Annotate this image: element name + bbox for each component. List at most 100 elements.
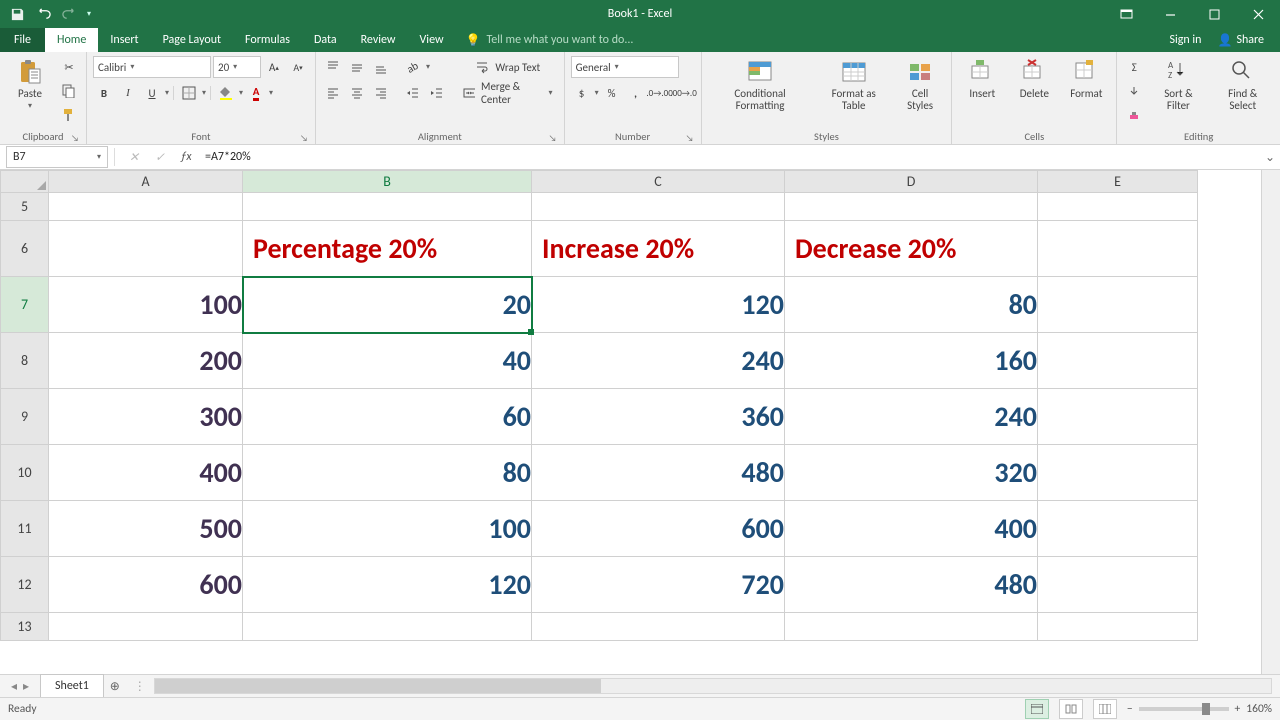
page-break-view-icon[interactable] <box>1093 699 1117 719</box>
cell-E13[interactable] <box>1038 613 1198 641</box>
decrease-indent-icon[interactable] <box>402 82 424 104</box>
cell-D13[interactable] <box>785 613 1038 641</box>
number-format-combo[interactable]: General▾ <box>571 56 679 78</box>
cell-B12[interactable]: 120 <box>243 557 532 613</box>
page-layout-view-icon[interactable] <box>1059 699 1083 719</box>
tab-insert[interactable]: Insert <box>98 28 150 52</box>
cell-A9[interactable]: 300 <box>49 389 243 445</box>
cell-E11[interactable] <box>1038 501 1198 557</box>
undo-icon[interactable] <box>32 3 54 25</box>
row-header-9[interactable]: 9 <box>1 389 49 445</box>
cell-C5[interactable] <box>532 193 785 221</box>
align-middle-icon[interactable] <box>346 56 368 78</box>
borders-icon[interactable] <box>178 82 200 104</box>
new-sheet-button[interactable]: ⊕ <box>104 679 126 694</box>
sheet-tab-1[interactable]: Sheet1 <box>40 674 104 697</box>
tab-home[interactable]: Home <box>45 28 98 52</box>
shrink-font-icon[interactable]: A▾ <box>287 56 309 78</box>
dialog-launcher-icon[interactable]: ↘ <box>548 133 558 143</box>
conditional-formatting-button[interactable]: Conditional Formatting <box>708 56 813 114</box>
close-button[interactable] <box>1236 0 1280 28</box>
enter-formula-icon[interactable]: ✓ <box>147 150 173 165</box>
cell-D5[interactable] <box>785 193 1038 221</box>
cell-D8[interactable]: 160 <box>785 333 1038 389</box>
share-button[interactable]: 👤 Share <box>1209 33 1272 48</box>
prev-sheet-icon[interactable]: ◂ <box>11 679 17 694</box>
dialog-launcher-icon[interactable]: ↘ <box>299 133 309 143</box>
cell-C10[interactable]: 480 <box>532 445 785 501</box>
tab-file[interactable]: File <box>0 28 45 52</box>
autosum-icon[interactable]: Σ <box>1123 56 1145 78</box>
save-icon[interactable] <box>6 3 28 25</box>
select-all-corner[interactable] <box>1 171 49 193</box>
cell-A8[interactable]: 200 <box>49 333 243 389</box>
maximize-button[interactable] <box>1192 0 1236 28</box>
sheet-nav[interactable]: ◂▸ <box>0 679 40 694</box>
percent-format-icon[interactable]: % <box>601 82 623 104</box>
fx-icon[interactable]: ƒx <box>173 150 199 164</box>
cell-A11[interactable]: 500 <box>49 501 243 557</box>
minimize-button[interactable] <box>1148 0 1192 28</box>
tab-page-layout[interactable]: Page Layout <box>151 28 233 52</box>
cell-B5[interactable] <box>243 193 532 221</box>
cell-D7[interactable]: 80 <box>785 277 1038 333</box>
row-header-7[interactable]: 7 <box>1 277 49 333</box>
cell-B11[interactable]: 100 <box>243 501 532 557</box>
cell-E7[interactable] <box>1038 277 1198 333</box>
cell-A10[interactable]: 400 <box>49 445 243 501</box>
zoom-out-icon[interactable]: − <box>1127 702 1133 716</box>
align-center-icon[interactable] <box>346 82 368 104</box>
insert-cells-button[interactable]: Insert <box>958 56 1006 102</box>
cell-B8[interactable]: 40 <box>243 333 532 389</box>
tab-review[interactable]: Review <box>349 28 408 52</box>
cell-D9[interactable]: 240 <box>785 389 1038 445</box>
fill-color-icon[interactable] <box>215 82 237 104</box>
font-color-icon[interactable]: A <box>245 82 267 104</box>
normal-view-icon[interactable] <box>1025 699 1049 719</box>
expand-formula-bar-icon[interactable]: ⌄ <box>1260 150 1280 165</box>
cell-C9[interactable]: 360 <box>532 389 785 445</box>
copy-icon[interactable] <box>58 80 80 102</box>
zoom-slider[interactable] <box>1139 707 1229 711</box>
cell-E12[interactable] <box>1038 557 1198 613</box>
cell-C6[interactable]: Increase 20% <box>532 221 785 277</box>
cell-A7[interactable]: 100 <box>49 277 243 333</box>
cell-B6[interactable]: Percentage 20% <box>243 221 532 277</box>
cell-C13[interactable] <box>532 613 785 641</box>
increase-indent-icon[interactable] <box>426 82 448 104</box>
ribbon-display-options-icon[interactable] <box>1104 0 1148 28</box>
cell-E8[interactable] <box>1038 333 1198 389</box>
cell-D11[interactable]: 400 <box>785 501 1038 557</box>
orientation-icon[interactable]: ab <box>402 56 424 78</box>
format-as-table-button[interactable]: Format as Table <box>817 56 891 114</box>
find-select-button[interactable]: Find & Select <box>1212 56 1275 114</box>
cell-C8[interactable]: 240 <box>532 333 785 389</box>
fill-icon[interactable] <box>1123 80 1145 102</box>
sign-in-link[interactable]: Sign in <box>1169 33 1201 47</box>
paste-button[interactable]: Paste ▾ <box>6 56 54 113</box>
cell-E9[interactable] <box>1038 389 1198 445</box>
col-header-E[interactable]: E <box>1038 171 1198 193</box>
increase-decimal-icon[interactable]: .0→.00 <box>649 82 671 104</box>
tab-data[interactable]: Data <box>302 28 349 52</box>
tell-me-search[interactable]: 💡 Tell me what you want to do... <box>466 28 634 52</box>
tab-view[interactable]: View <box>408 28 456 52</box>
cell-B9[interactable]: 60 <box>243 389 532 445</box>
row-header-11[interactable]: 11 <box>1 501 49 557</box>
name-box[interactable]: B7 ▾ <box>6 146 108 168</box>
col-header-D[interactable]: D <box>785 171 1038 193</box>
cell-A6[interactable] <box>49 221 243 277</box>
sort-filter-button[interactable]: AZ Sort & Filter <box>1149 56 1207 114</box>
cell-C11[interactable]: 600 <box>532 501 785 557</box>
cell-A13[interactable] <box>49 613 243 641</box>
align-bottom-icon[interactable] <box>370 56 392 78</box>
cell-C12[interactable]: 720 <box>532 557 785 613</box>
qat-customize-icon[interactable]: ▾ <box>84 3 94 25</box>
clear-icon[interactable] <box>1123 104 1145 126</box>
vertical-scrollbar[interactable] <box>1261 170 1280 674</box>
accounting-format-icon[interactable]: $ <box>571 82 593 104</box>
cell-D10[interactable]: 320 <box>785 445 1038 501</box>
dialog-launcher-icon[interactable]: ↘ <box>70 133 80 143</box>
formula-input[interactable]: =A7*20% <box>199 150 1260 164</box>
bold-button[interactable]: B <box>93 82 115 104</box>
